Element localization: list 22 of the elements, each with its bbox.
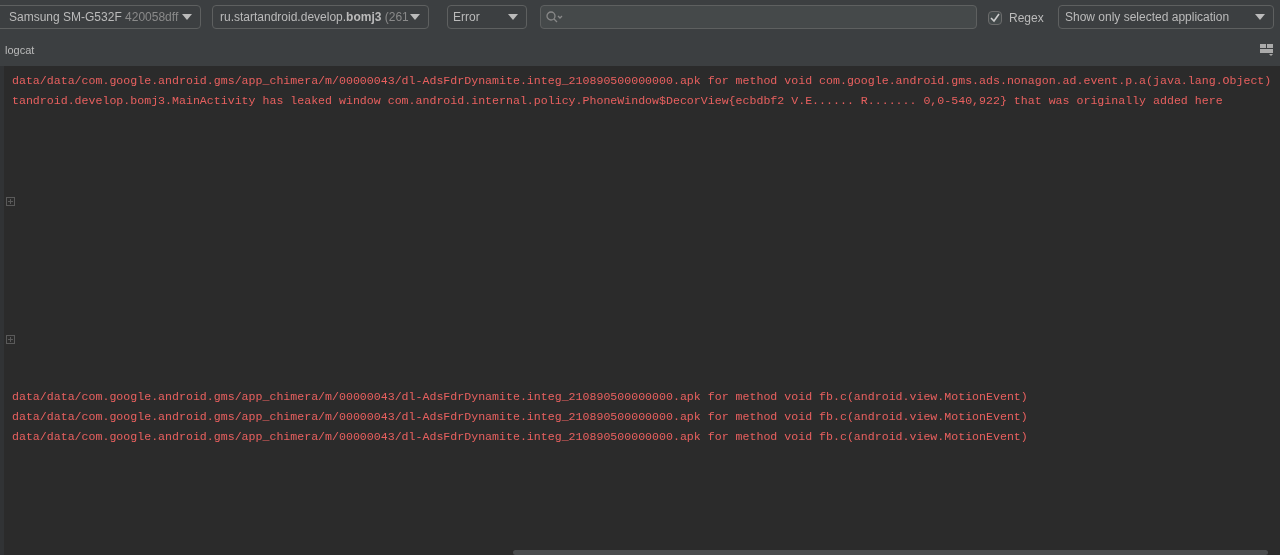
caret-icon xyxy=(508,14,518,20)
layout-icon[interactable] xyxy=(1260,44,1274,56)
device-dropdown[interactable]: Samsung SM-G532F 420058dff xyxy=(0,5,201,29)
regex-label: Regex xyxy=(1009,10,1044,27)
log-line: data/data/com.google.android.gms/app_chimera/m/00000043/dl-AdsFdrDynamite.integ_210890500000000.apk for method void fb.c(android.view.MotionEvent) xyxy=(12,409,1028,425)
log-line: data/data/com.google.android.gms/app_chimera/m/00000043/dl-AdsFdrDynamite.integ_210890500000000.apk for method void com.google.android.gms.ads.nonagon.ad.event.p.a(java.lang.Object) xyxy=(12,73,1272,89)
search-field[interactable] xyxy=(540,5,977,29)
search-icon xyxy=(546,11,564,23)
expand-fold-icon[interactable] xyxy=(6,197,15,206)
horizontal-scrollbar[interactable] xyxy=(513,550,1268,555)
caret-icon xyxy=(410,14,420,20)
expand-fold-icon[interactable] xyxy=(6,335,15,344)
log-line: data/data/com.google.android.gms/app_chimera/m/00000043/dl-AdsFdrDynamite.integ_210890500000000.apk for method void fb.c(android.view.MotionEvent) xyxy=(12,429,1028,445)
regex-checkbox[interactable] xyxy=(988,11,1002,25)
caret-icon xyxy=(1255,14,1265,20)
panel-title: logcat xyxy=(5,42,35,58)
process-dropdown[interactable]: ru.startandroid.develop.bomj3 (261 xyxy=(212,5,429,29)
caret-icon xyxy=(182,14,192,20)
filter-dropdown[interactable]: Show only selected application xyxy=(1058,5,1274,29)
log-line: data/data/com.google.android.gms/app_chimera/m/00000043/dl-AdsFdrDynamite.integ_210890500000000.apk for method void fb.c(android.view.MotionEvent) xyxy=(12,389,1028,405)
log-line: tandroid.develop.bomj3.MainActivity has leaked window com.android.internal.policy.PhoneWindow$DecorView{ecbdbf2 V.E...... R....... 0,0-540,922} that was originally added here xyxy=(12,93,1223,109)
log-level-dropdown[interactable]: Error xyxy=(447,5,527,29)
